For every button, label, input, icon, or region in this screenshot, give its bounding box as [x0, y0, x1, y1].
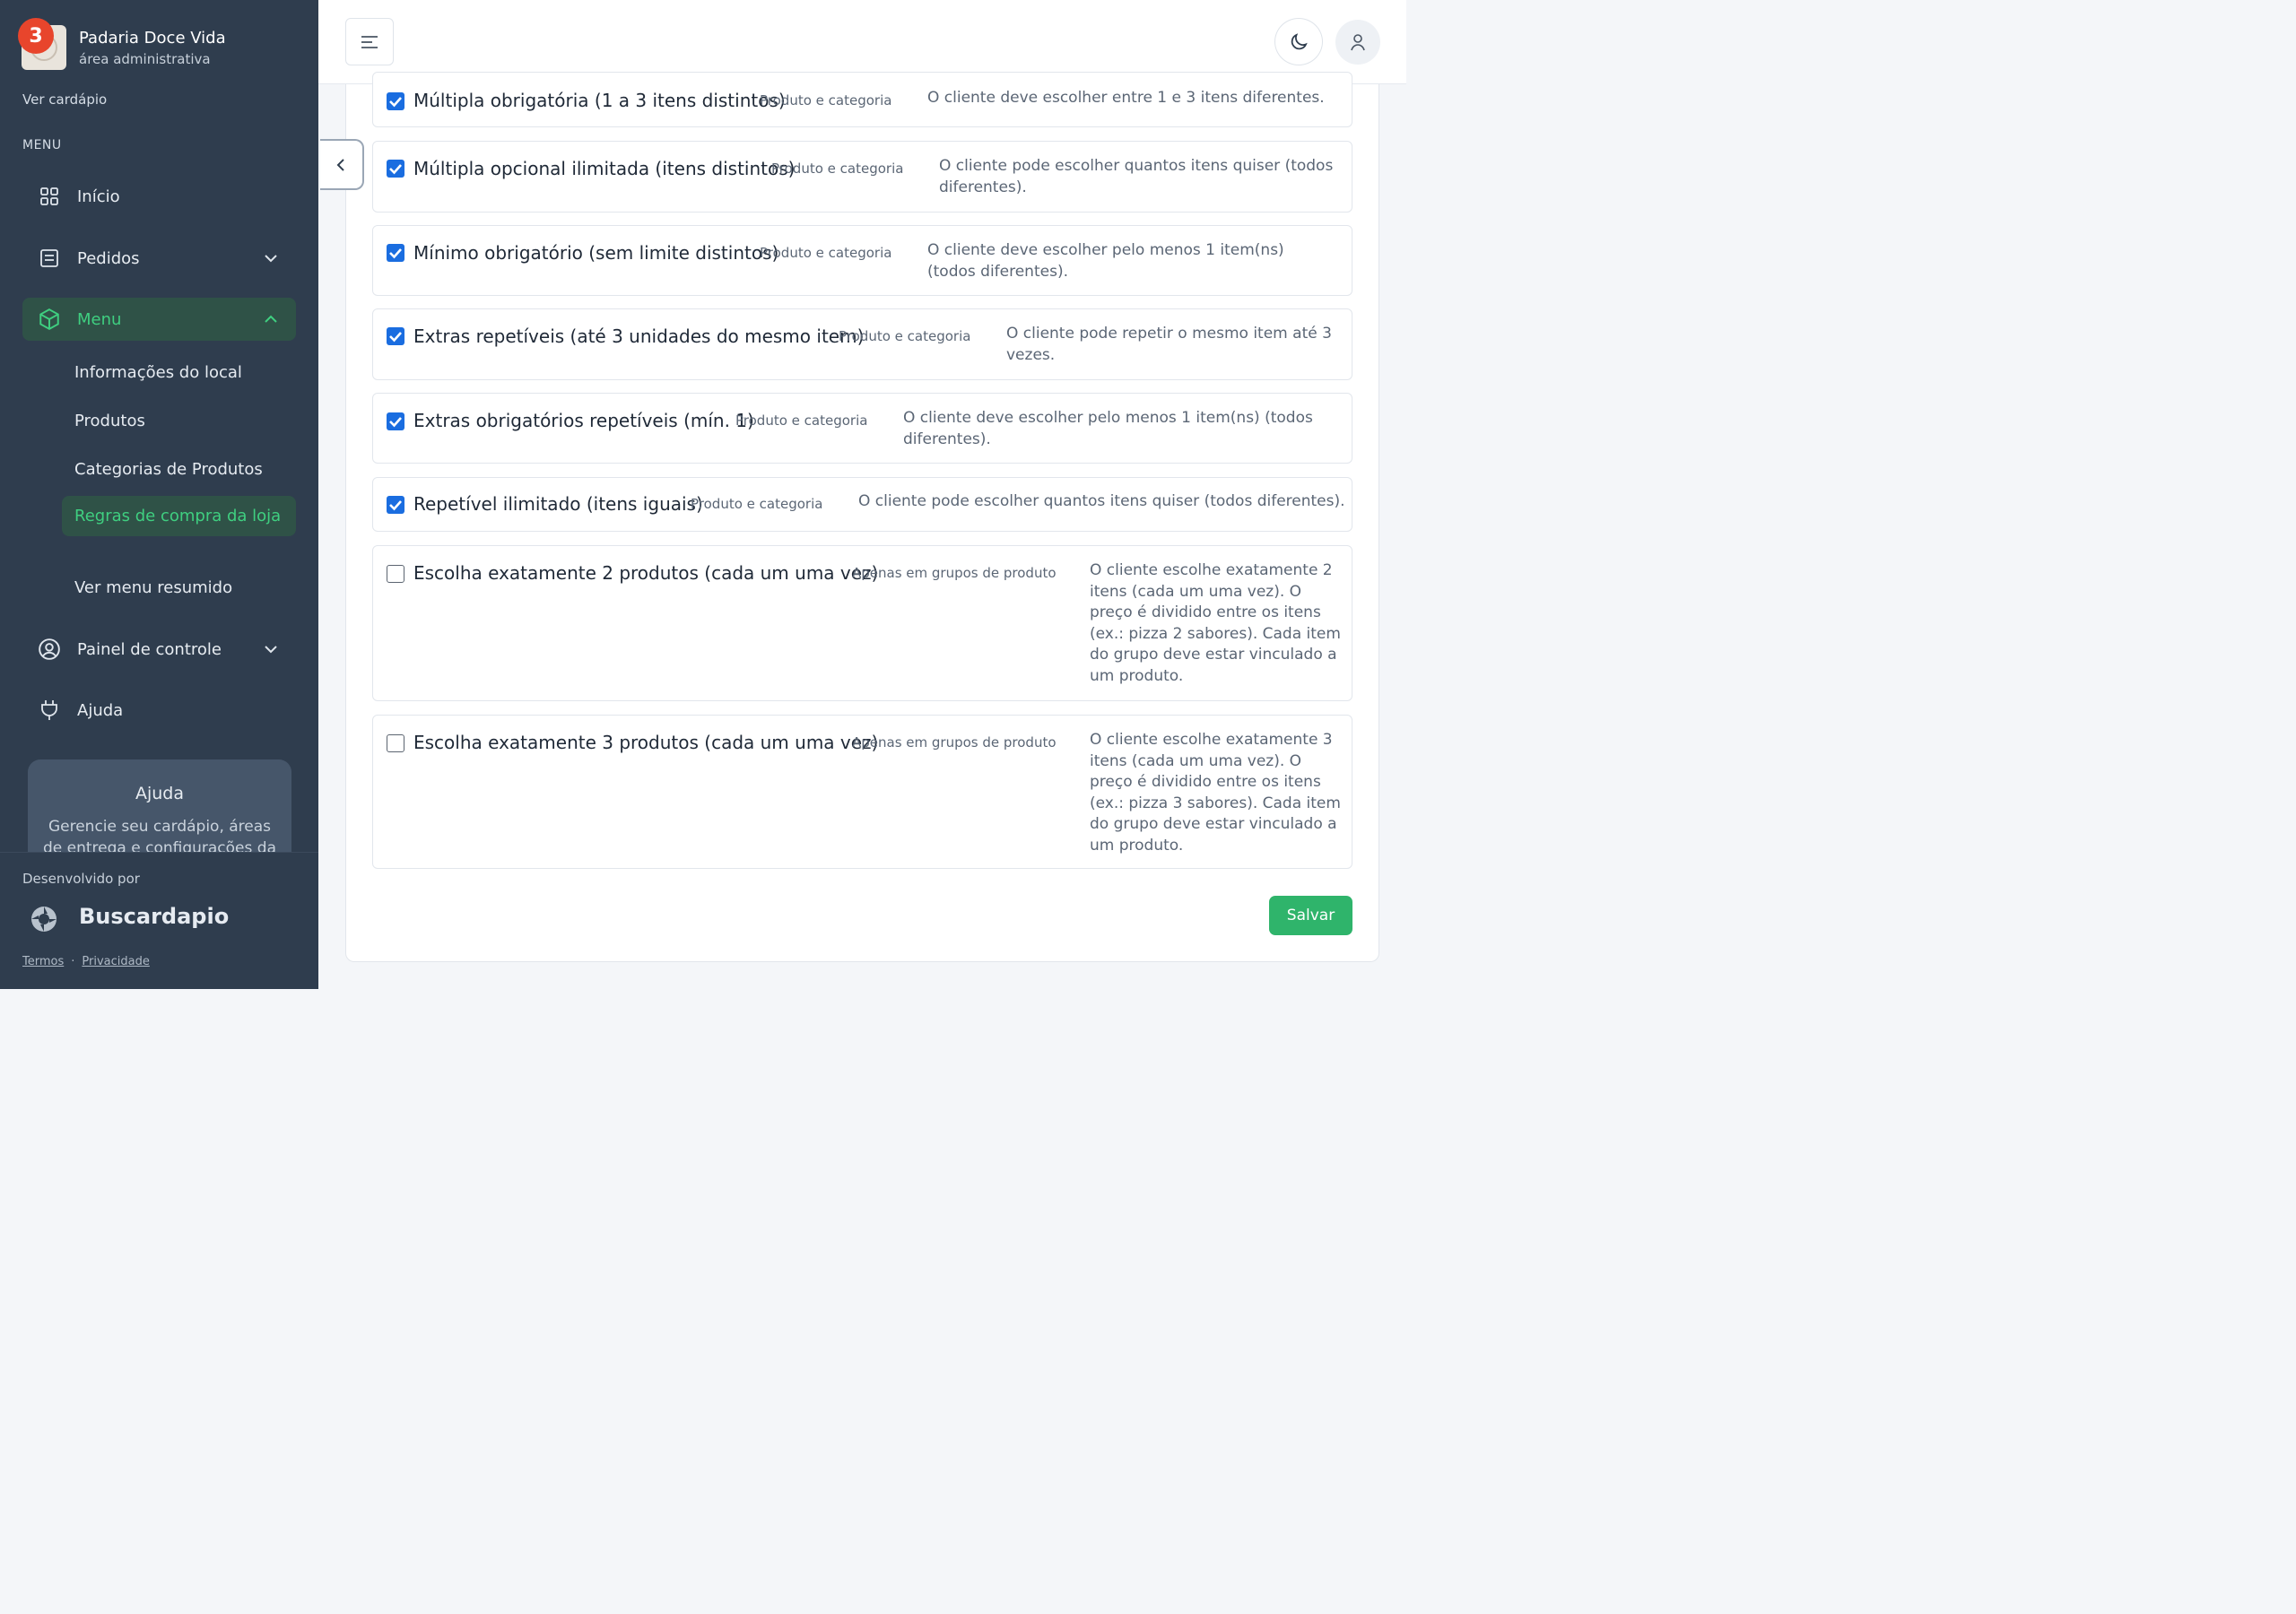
check-icon [389, 164, 402, 175]
buscardapio-logo-icon [31, 907, 57, 932]
check-icon [389, 248, 402, 259]
theme-toggle-button[interactable] [1274, 18, 1323, 65]
rule-description: O cliente deve escolher pelo menos 1 ite… [903, 409, 1313, 448]
checkbox-checked[interactable] [387, 412, 404, 430]
chevron-down-icon [265, 255, 277, 263]
rule-scope: Produto e categoria [760, 245, 892, 261]
rule-title: Múltipla opcional ilimitada (itens disti… [413, 158, 796, 179]
checkbox-unchecked[interactable] [387, 565, 404, 583]
chevron-up-icon [265, 315, 277, 323]
checkbox-checked[interactable] [387, 244, 404, 262]
rule-description: O cliente escolhe exatamente 3 itens (ca… [1090, 731, 1341, 855]
sidebar-subitem-categorias[interactable]: Categorias de Produtos [62, 458, 296, 481]
chevron-left-icon [336, 158, 344, 171]
hamburger-icon [361, 35, 378, 48]
menu-section-header: MENU [22, 138, 62, 152]
rule-title: Extras obrigatórios repetíveis (mín. 1) [413, 410, 754, 431]
help-card-text: Gerencie seu cardápio, áreas de entrega … [43, 818, 276, 852]
receipt-icon [37, 246, 62, 271]
plug-icon [37, 698, 62, 723]
rule-description: O cliente deve escolher pelo menos 1 ite… [927, 241, 1284, 281]
rule-title: Extras repetíveis (até 3 unidades do mes… [413, 325, 865, 347]
checkbox-unchecked[interactable] [387, 734, 404, 752]
notification-badge[interactable]: 3 [18, 18, 54, 54]
rule-scope: Produto e categoria [760, 92, 892, 108]
sidebar-subitem-informacoes[interactable]: Informações do local [62, 361, 296, 384]
rule-description: O cliente pode escolher quantos itens qu… [858, 492, 1345, 510]
sidebar-item-ajuda[interactable]: Ajuda [22, 689, 296, 732]
footer-separator: · [71, 955, 75, 968]
privacy-link[interactable]: Privacidade [82, 955, 149, 968]
rule-scope: Apenas em grupos de produto [852, 734, 1057, 751]
sidebar-item-label: Painel de controle [77, 639, 222, 659]
sidebar-item-menu[interactable]: Menu [22, 298, 296, 341]
check-icon [389, 332, 402, 343]
checkbox-checked[interactable] [387, 160, 404, 178]
rule-row[interactable]: Repetível ilimitado (itens iguais) Produ… [372, 477, 1352, 532]
help-card-title: Ajuda [135, 784, 185, 803]
save-button[interactable]: Salvar [1269, 896, 1352, 935]
rule-scope: Produto e categoria [691, 496, 823, 512]
rule-description: O cliente escolhe exatamente 2 itens (ca… [1090, 561, 1341, 685]
sidebar-item-painel[interactable]: Painel de controle [22, 628, 296, 671]
checkbox-checked[interactable] [387, 327, 404, 345]
rule-description: O cliente pode escolher quantos itens qu… [939, 157, 1334, 196]
sidebar-item-inicio[interactable]: Início [22, 175, 296, 218]
sidebar-item-label: Pedidos [77, 248, 140, 268]
chevron-down-icon [265, 646, 277, 654]
sidebar-divider [0, 852, 318, 853]
box-icon [37, 307, 62, 332]
rule-title: Escolha exatamente 3 produtos (cada um u… [413, 732, 879, 753]
developer-name[interactable]: Buscardapio [79, 904, 229, 929]
sidebar-subitem-menu-resumido[interactable]: Ver menu resumido [62, 577, 296, 599]
terms-link[interactable]: Termos [22, 955, 64, 968]
rule-row[interactable]: Escolha exatamente 2 produtos (cada um u… [372, 545, 1352, 701]
rule-description: O cliente pode repetir o mesmo item até … [1006, 325, 1332, 364]
rule-title: Múltipla obrigatória (1 a 3 itens distin… [413, 90, 786, 111]
rule-row[interactable]: Múltipla opcional ilimitada (itens disti… [372, 141, 1352, 213]
rule-row[interactable]: Múltipla obrigatória (1 a 3 itens distin… [372, 72, 1352, 127]
developed-by-label: Desenvolvido por [22, 871, 140, 887]
check-icon [389, 417, 402, 428]
menu-toggle-button[interactable] [345, 18, 394, 65]
sidebar-item-label: Menu [77, 309, 122, 329]
sidebar-item-pedidos[interactable]: Pedidos [22, 237, 296, 280]
store-name: Padaria Doce Vida [79, 28, 226, 48]
rule-description: O cliente deve escolher entre 1 e 3 iten… [927, 89, 1325, 107]
help-card: Ajuda Gerencie seu cardápio, áreas de en… [28, 759, 291, 852]
checkbox-checked[interactable] [387, 496, 404, 514]
store-subtitle: área administrativa [79, 50, 211, 67]
sidebar-subitem-produtos[interactable]: Produtos [62, 410, 296, 432]
rule-row[interactable]: Extras repetíveis (até 3 unidades do mes… [372, 308, 1352, 380]
user-circle-icon [37, 637, 62, 662]
rule-scope: Produto e categoria [839, 328, 971, 344]
check-icon [389, 500, 402, 511]
footer-links: Termos · Privacidade [22, 955, 150, 968]
rule-row[interactable]: Extras obrigatórios repetíveis (mín. 1) … [372, 393, 1352, 464]
user-icon [1351, 34, 1365, 51]
checkbox-checked[interactable] [387, 92, 404, 110]
collapse-sidebar-button[interactable] [320, 139, 364, 190]
rule-row[interactable]: Escolha exatamente 3 produtos (cada um u… [372, 715, 1352, 869]
sidebar: Padaria Doce Vida área administrativa 3 … [0, 0, 318, 989]
moon-icon [1291, 32, 1308, 49]
view-menu-link[interactable]: Ver cardápio [22, 91, 107, 108]
rule-scope: Produto e categoria [735, 412, 868, 429]
sidebar-subitem-regras[interactable]: Regras de compra da loja [62, 496, 296, 536]
sidebar-item-label: Início [77, 187, 120, 206]
rule-title: Repetível ilimitado (itens iguais) [413, 493, 703, 515]
user-profile-button[interactable] [1335, 20, 1380, 65]
rule-row[interactable]: Mínimo obrigatório (sem limite distintos… [372, 225, 1352, 296]
rule-title: Mínimo obrigatório (sem limite distintos… [413, 242, 779, 264]
sidebar-item-label: Ajuda [77, 700, 124, 720]
check-icon [389, 97, 402, 108]
rule-scope: Produto e categoria [771, 161, 904, 177]
rule-scope: Apenas em grupos de produto [852, 565, 1057, 581]
grid-icon [37, 184, 62, 209]
rule-title: Escolha exatamente 2 produtos (cada um u… [413, 562, 879, 584]
